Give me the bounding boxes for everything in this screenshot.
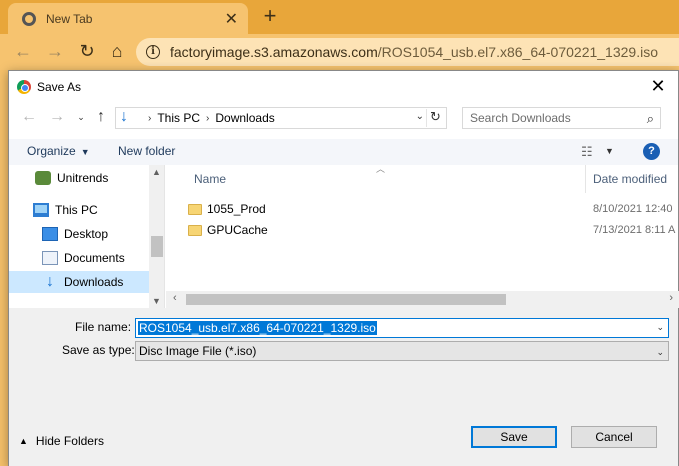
downloads-icon: ↓ <box>46 273 54 290</box>
sidebar-item-unitrends[interactable]: Unitrends <box>9 167 149 189</box>
file-name-field[interactable]: ROS1054_usb.el7.x86_64-070221_1329.iso ⌄ <box>135 318 669 338</box>
chevron-right-icon[interactable]: › <box>148 113 151 124</box>
back-arrow-icon[interactable]: ← <box>12 40 34 62</box>
chevron-down-icon[interactable]: ⌄ <box>656 322 664 333</box>
caret-down-icon[interactable]: ▼ <box>605 146 614 156</box>
scroll-down-icon[interactable]: ▼ <box>152 296 161 306</box>
scroll-up-icon[interactable]: ▲ <box>152 167 161 177</box>
dialog-titlebar: Save As ✕ <box>9 71 678 102</box>
sidebar-item-downloads[interactable]: ↓ Downloads <box>9 271 149 293</box>
chevron-right-icon[interactable]: › <box>206 113 209 124</box>
address-bar[interactable]: i factoryimage.s3.amazonaws.com/ROS1054_… <box>136 38 679 66</box>
browser-toolbar: ← → ↻ ⌂ i factoryimage.s3.amazonaws.com /… <box>0 34 679 70</box>
chevron-down-icon[interactable]: ⌄ <box>656 343 664 361</box>
organize-button[interactable]: Organize ▼ <box>27 144 90 158</box>
file-list: ︿ Name Date modified 1055_Prod 8/10/2021… <box>166 165 679 308</box>
caret-down-icon: ▼ <box>80 147 90 157</box>
folder-icon <box>188 224 202 236</box>
close-tab-icon[interactable]: ✕ <box>225 9 238 29</box>
sidebar-item-desktop[interactable]: Desktop <box>9 223 149 245</box>
sidebar-item-label: Desktop <box>64 227 109 241</box>
save-button[interactable]: Save <box>471 426 557 448</box>
sidebar-item-label: This PC <box>55 203 98 217</box>
new-tab-button[interactable]: + <box>258 3 282 29</box>
cancel-button[interactable]: Cancel <box>571 426 657 448</box>
save-as-dialog: Save As ✕ ← → ⌄ ↑ ↓ › This PC › Download… <box>8 70 679 466</box>
up-arrow-icon[interactable]: ↑ <box>91 107 111 127</box>
tab-title: New Tab <box>46 11 93 26</box>
breadcrumb[interactable]: ↓ › This PC › Downloads ⌄ ↻ <box>115 107 447 129</box>
sidebar-item-documents[interactable]: Documents <box>9 247 149 269</box>
navigation-pane: Unitrends This PC Desktop Documents ↓ Do… <box>9 165 165 308</box>
breadcrumb-downloads[interactable]: Downloads <box>215 111 274 125</box>
unitrends-icon <box>35 171 51 185</box>
column-header-name[interactable]: Name <box>194 165 226 193</box>
dialog-title: Save As <box>37 79 82 94</box>
info-icon[interactable]: i <box>146 45 160 59</box>
file-name-value: ROS1054_usb.el7.x86_64-070221_1329.iso <box>138 321 377 335</box>
browser-tab[interactable]: New Tab ✕ <box>8 3 248 34</box>
caret-up-icon: ▲ <box>19 436 28 446</box>
folder-icon <box>188 203 202 215</box>
file-name: GPUCache <box>207 223 268 237</box>
chrome-icon <box>17 79 31 94</box>
dialog-footer: ▲ Hide Folders Save Cancel <box>9 361 678 466</box>
save-as-type-select[interactable]: Disc Image File (*.iso) ⌄ <box>135 341 669 361</box>
sort-ascending-icon: ︿ <box>376 165 386 174</box>
scroll-thumb[interactable] <box>151 236 163 257</box>
scroll-thumb[interactable] <box>186 294 506 305</box>
chrome-favicon-icon <box>22 11 36 26</box>
sidebar-item-label: Unitrends <box>57 171 109 185</box>
scroll-right-icon[interactable]: › <box>669 292 673 304</box>
breadcrumb-this-pc[interactable]: This PC <box>157 111 200 125</box>
save-as-type-value: Disc Image File (*.iso) <box>139 344 257 358</box>
save-as-type-label: Save as type: <box>62 343 135 357</box>
scroll-left-icon[interactable]: ‹ <box>173 292 177 304</box>
organize-label: Organize <box>27 144 76 158</box>
hide-folders-label: Hide Folders <box>35 434 104 448</box>
column-header-date-modified[interactable]: Date modified <box>593 165 667 193</box>
sidebar-item-label: Documents <box>64 251 125 265</box>
file-date: 7/13/2021 8:11 A <box>593 224 676 236</box>
home-icon[interactable]: ⌂ <box>106 40 128 62</box>
command-bar: Organize ▼ New folder ☷ ▼ ? <box>9 139 678 165</box>
close-icon[interactable]: ✕ <box>648 76 668 97</box>
documents-icon <box>42 251 58 265</box>
url-path: /ROS1054_usb.el7.x86_64-070221_1329.iso <box>377 44 658 60</box>
list-item[interactable]: GPUCache 7/13/2021 8:11 A <box>166 220 679 240</box>
recent-locations-chevron-icon[interactable]: ⌄ <box>71 107 91 127</box>
search-placeholder: Search Downloads <box>470 111 571 125</box>
new-folder-button[interactable]: New folder <box>118 144 175 158</box>
forward-arrow-icon[interactable]: → <box>47 107 67 127</box>
sidebar-item-label: Downloads <box>64 275 124 289</box>
horizontal-scrollbar[interactable]: ‹ › <box>166 291 679 308</box>
computer-icon <box>33 203 49 217</box>
back-arrow-icon[interactable]: ← <box>19 107 39 127</box>
search-input[interactable]: Search Downloads ⌕ <box>462 107 661 129</box>
save-fields: File name: ROS1054_usb.el7.x86_64-070221… <box>9 308 678 361</box>
chevron-down-icon[interactable]: ⌄ <box>416 111 424 122</box>
column-divider[interactable] <box>585 165 586 193</box>
reload-icon[interactable]: ↻ <box>76 40 98 62</box>
search-icon: ⌕ <box>646 111 654 126</box>
url-host: factoryimage.s3.amazonaws.com <box>170 44 378 60</box>
browser-tab-bar: New Tab ✕ + <box>0 0 679 34</box>
file-name: 1055_Prod <box>207 202 266 216</box>
file-date: 8/10/2021 12:40 <box>593 203 673 215</box>
refresh-icon[interactable]: ↻ <box>426 109 444 127</box>
desktop-icon <box>42 227 58 241</box>
downloads-icon: ↓ <box>120 108 128 125</box>
sidebar-scrollbar[interactable]: ▲ ▼ <box>149 165 164 308</box>
file-name-label: File name: <box>75 320 132 334</box>
hide-folders-button[interactable]: ▲ Hide Folders <box>19 434 104 448</box>
sidebar-item-this-pc[interactable]: This PC <box>9 199 149 221</box>
view-options-icon[interactable]: ☷ <box>581 144 593 160</box>
forward-arrow-icon[interactable]: → <box>44 40 66 62</box>
list-item[interactable]: 1055_Prod 8/10/2021 12:40 <box>166 199 679 219</box>
help-icon[interactable]: ? <box>643 143 660 160</box>
